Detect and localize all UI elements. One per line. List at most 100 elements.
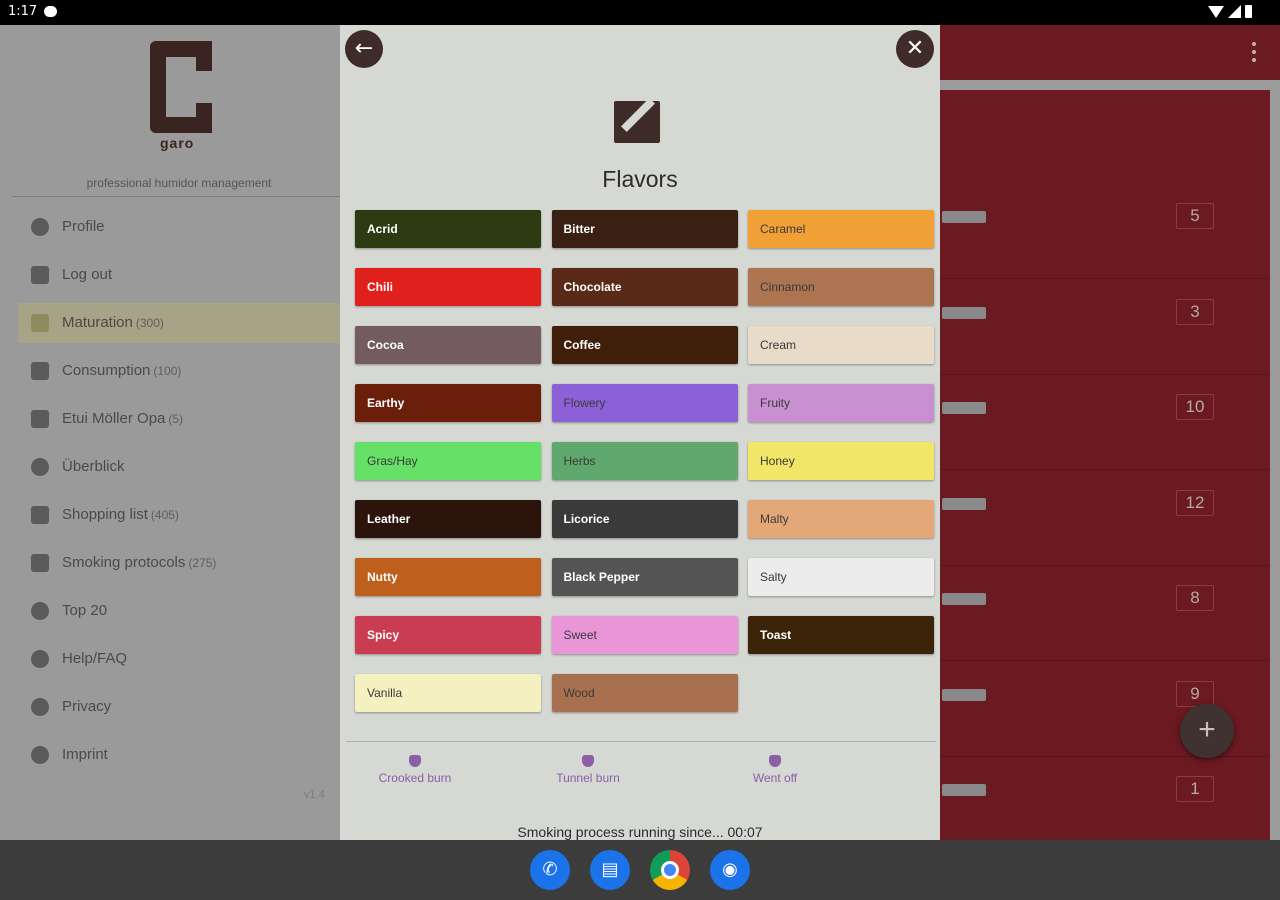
- flavor-button-chocolate[interactable]: Chocolate: [551, 268, 738, 306]
- list-item[interactable]: 10: [940, 376, 1270, 470]
- drawer-item--berblick[interactable]: Überblick: [0, 447, 340, 487]
- navigation-drawer: garo professional humidor management Pro…: [0, 25, 340, 840]
- dialog-title: Flavors: [602, 166, 678, 192]
- flavor-button-chili[interactable]: Chili: [355, 268, 541, 306]
- flavor-button-cream[interactable]: Cream: [748, 326, 934, 364]
- list-item-count: 10: [1176, 394, 1214, 420]
- cigar-burn-icon: [769, 755, 781, 767]
- flavor-button-herbs[interactable]: Herbs: [551, 442, 738, 480]
- list-item[interactable]: 1: [940, 758, 1270, 852]
- flavor-button-malty[interactable]: Malty: [748, 500, 934, 538]
- flavor-button-earthy[interactable]: Earthy: [355, 384, 541, 422]
- overflow-menu-icon[interactable]: [1252, 42, 1256, 62]
- drawer-item-privacy[interactable]: Privacy: [0, 687, 340, 727]
- drawer-item-label: Privacy: [62, 698, 112, 715]
- drawer-item-label: Consumption: [62, 362, 151, 379]
- drawer-item-log-out[interactable]: Log out: [0, 255, 340, 295]
- close-button[interactable]: ✕: [896, 30, 934, 68]
- drawer-item-label: Maturation: [62, 314, 133, 331]
- back-button[interactable]: ←: [345, 30, 383, 68]
- drawer-item-shopping-list[interactable]: Shopping list (405): [0, 495, 340, 535]
- info-icon: [31, 746, 49, 764]
- drawer-item-smoking-protocols[interactable]: Smoking protocols (275): [0, 543, 340, 583]
- flavor-button-nutty[interactable]: Nutty: [355, 558, 541, 596]
- battery-icon: [1245, 5, 1252, 18]
- list-item[interactable]: 12: [940, 472, 1270, 566]
- flavor-button-spicy[interactable]: Spicy: [355, 616, 541, 654]
- flavor-button-gras-hay[interactable]: Gras/Hay: [355, 442, 541, 480]
- phone-app-icon[interactable]: ✆: [530, 850, 570, 890]
- drawer-item-top-20[interactable]: Top 20: [0, 591, 340, 631]
- list-item-count: 8: [1176, 585, 1214, 611]
- drawer-item-label: Shopping list: [62, 506, 148, 523]
- list-item-indicator: [942, 784, 986, 796]
- dialog-divider: [346, 741, 936, 742]
- list-item-indicator: [942, 688, 986, 701]
- system-icons: [1208, 5, 1252, 18]
- drawer-item-consumption[interactable]: Consumption (100): [0, 351, 340, 391]
- burn-option-crooked-burn[interactable]: Crooked burn: [355, 755, 475, 785]
- list-item-indicator: [942, 211, 986, 223]
- flavor-button-flowery[interactable]: Flowery: [551, 384, 738, 422]
- chrome-app-icon[interactable]: [650, 850, 690, 890]
- flavor-button-licorice[interactable]: Licorice: [551, 500, 738, 538]
- camera-app-icon[interactable]: ◉: [710, 850, 750, 890]
- flavor-button-fruity[interactable]: Fruity: [748, 384, 934, 422]
- list-item[interactable]: 8: [940, 567, 1270, 661]
- case-icon: [31, 410, 49, 428]
- drawer-item-count: (100): [153, 364, 182, 378]
- flavor-button-salty[interactable]: Salty: [748, 558, 934, 596]
- flavor-button-cocoa[interactable]: Cocoa: [355, 326, 541, 364]
- list-item[interactable]: 5: [940, 185, 1270, 279]
- flavor-button-acrid[interactable]: Acrid: [355, 210, 541, 248]
- burn-option-label: Went off: [752, 771, 798, 785]
- flavor-button-sweet[interactable]: Sweet: [551, 616, 738, 654]
- edit-icon: [614, 98, 660, 143]
- drawer-item-maturation[interactable]: Maturation (300): [18, 303, 340, 343]
- flavor-button-cinnamon[interactable]: Cinnamon: [748, 268, 934, 306]
- drawer-item-label: Profile: [62, 218, 105, 235]
- burn-option-label: Tunnel burn: [556, 771, 620, 785]
- list-item-count: 3: [1176, 298, 1214, 325]
- drawer-item-label: Etui Möller Opa: [62, 410, 166, 427]
- status-bar: 1:17: [0, 0, 1280, 25]
- list-item-count: 9: [1176, 680, 1214, 707]
- drawer-item-label: Imprint: [62, 746, 108, 763]
- smoking-status: Smoking process running since... 00:07: [517, 824, 763, 840]
- message-notification-icon: [44, 6, 57, 17]
- flavor-button-wood[interactable]: Wood: [551, 674, 738, 712]
- flavor-button-honey[interactable]: Honey: [748, 442, 934, 480]
- add-button[interactable]: +: [1180, 704, 1234, 758]
- flavor-button-bitter[interactable]: Bitter: [551, 210, 738, 248]
- signal-icon: [1228, 5, 1241, 18]
- logout-icon: [31, 266, 49, 284]
- list-item-count: 12: [1176, 489, 1214, 516]
- humidor-icon: [31, 362, 49, 380]
- drawer-item-etui-m-ller-opa[interactable]: Etui Möller Opa (5): [0, 399, 340, 439]
- drawer-item-profile[interactable]: Profile: [0, 207, 340, 247]
- wifi-icon: [1208, 5, 1224, 18]
- list-item-indicator: [942, 593, 986, 605]
- flavor-button-coffee[interactable]: Coffee: [551, 326, 738, 364]
- app-version: v1.4: [304, 789, 325, 801]
- flavor-button-leather[interactable]: Leather: [355, 500, 541, 538]
- drawer-item-count: (300): [135, 316, 164, 330]
- burn-option-tunnel-burn[interactable]: Tunnel burn: [528, 755, 648, 785]
- person-icon: [31, 218, 49, 236]
- list-item-indicator: [942, 306, 986, 319]
- list-item-indicator: [942, 497, 986, 510]
- drawer-divider: [12, 196, 340, 197]
- flavor-button-black-pepper[interactable]: Black Pepper: [551, 558, 738, 596]
- flavor-button-toast[interactable]: Toast: [748, 616, 934, 654]
- drawer-item-label: Smoking protocols: [62, 554, 186, 571]
- flavor-button-caramel[interactable]: Caramel: [748, 210, 934, 248]
- messages-app-icon[interactable]: ▤: [590, 850, 630, 890]
- burn-option-went-off[interactable]: Went off: [715, 755, 835, 785]
- flavor-button-vanilla[interactable]: Vanilla: [355, 674, 541, 712]
- drawer-item-count: (275): [188, 556, 217, 570]
- drawer-item-help-faq[interactable]: Help/FAQ: [0, 639, 340, 679]
- app-logo: [150, 41, 212, 135]
- list-item[interactable]: 3: [940, 281, 1270, 375]
- drawer-item-imprint[interactable]: Imprint: [0, 735, 340, 775]
- app-tagline: professional humidor management: [86, 176, 272, 190]
